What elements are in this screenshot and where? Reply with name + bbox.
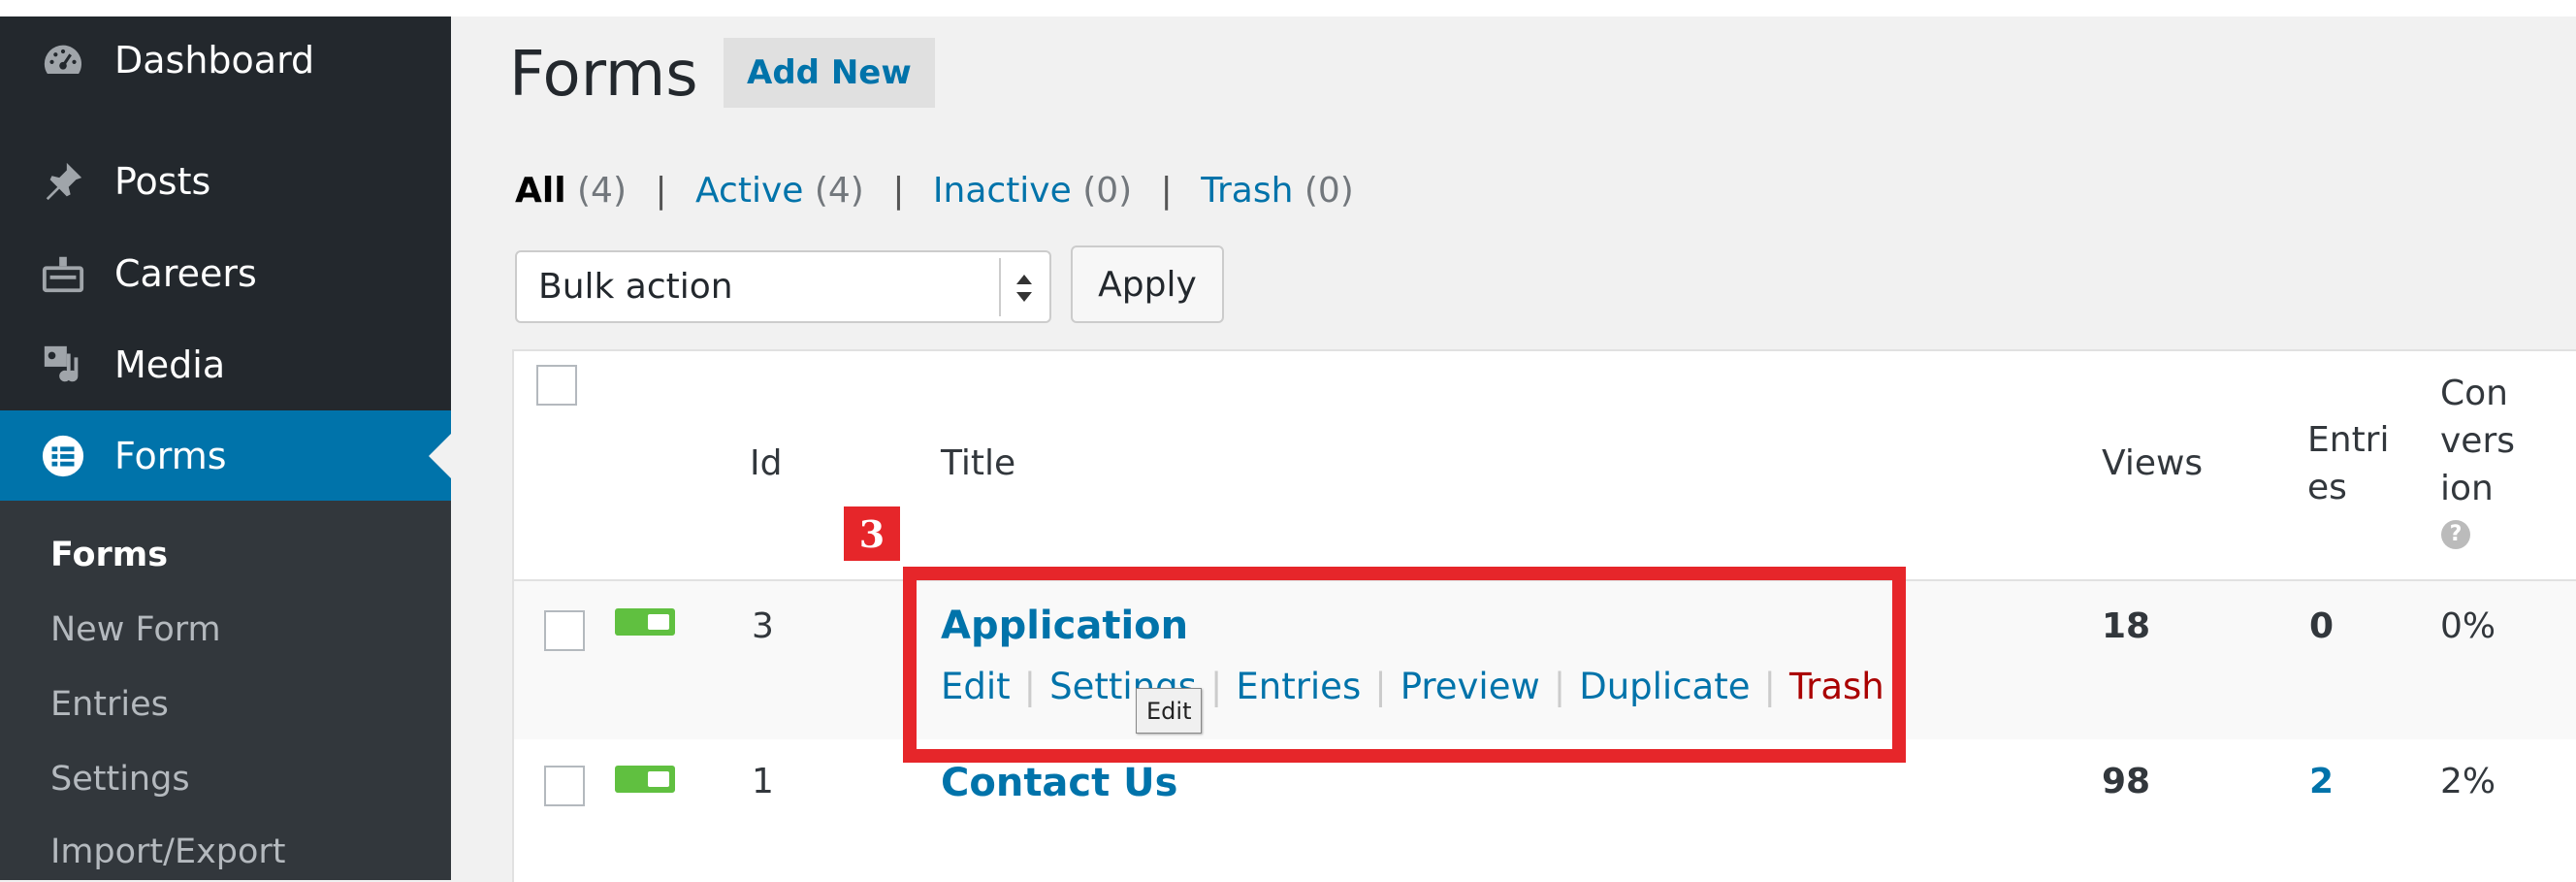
menu-label-dashboard: Dashboard [114, 39, 315, 82]
status-filter-links: All (4) | Active (4) | Inactive (0) | Tr… [515, 171, 1354, 211]
filter-inactive[interactable]: Inactive [933, 171, 1072, 211]
active-toggle[interactable] [615, 608, 675, 636]
row-conversion: 0% [2440, 606, 2496, 646]
filter-inactive-count: (0) [1082, 171, 1133, 211]
page-title: Forms [509, 39, 698, 111]
bulk-action-value: Bulk action [538, 267, 733, 307]
active-toggle[interactable] [615, 766, 675, 793]
help-icon[interactable]: ? [2441, 520, 2470, 549]
submenu-item-import-export[interactable]: Import/Export [50, 833, 286, 871]
submenu-item-entries[interactable]: Entries [50, 685, 169, 724]
column-header-conversion-line3: ion [2440, 469, 2494, 508]
menu-label-forms: Forms [114, 434, 227, 477]
column-header-conversion-line2: vers [2440, 421, 2516, 461]
submenu-item-forms[interactable]: Forms [50, 536, 168, 574]
step-number-badge: 3 [844, 506, 900, 561]
filter-trash[interactable]: Trash [1201, 171, 1293, 211]
row-title-link[interactable]: Contact Us [941, 761, 1177, 805]
column-header-views: Views [2102, 443, 2204, 483]
updown-arrows-icon [1016, 275, 1032, 302]
select-arrow-box [999, 258, 1049, 316]
pin-icon [46, 162, 82, 201]
column-header-id[interactable]: Id [750, 440, 782, 487]
row-views: 98 [2102, 762, 2151, 801]
dashboard-icon [44, 45, 82, 74]
column-header-conversion: Con vers ion [2440, 370, 2515, 512]
row-views: 18 [2102, 606, 2151, 646]
highlight-box [903, 567, 1906, 763]
row-conversion: 2% [2440, 762, 2496, 801]
filter-all[interactable]: All [515, 171, 566, 211]
forms-submenu: Forms New Form Entries Settings Import/E… [0, 501, 451, 880]
forms-icon [42, 435, 84, 476]
column-header-title[interactable]: Title [941, 440, 1015, 487]
row-id: 3 [752, 606, 774, 646]
column-header-entries: Entri es [2307, 416, 2389, 511]
filter-trash-count: (0) [1304, 171, 1354, 211]
menu-label-posts: Posts [114, 160, 211, 203]
row-entries-link[interactable]: 2 [2309, 762, 2334, 801]
filter-all-count: (4) [577, 171, 627, 211]
select-all-checkbox[interactable] [536, 365, 577, 406]
bulk-action-select[interactable]: Bulk action [515, 250, 1051, 323]
row-checkbox[interactable] [544, 766, 585, 806]
column-header-entries-line2: es [2307, 468, 2347, 507]
submenu-item-settings[interactable]: Settings [50, 760, 190, 799]
add-new-button[interactable]: Add New [724, 38, 935, 108]
active-menu-pointer [429, 433, 451, 478]
row-entries: 0 [2309, 606, 2334, 646]
row-id: 1 [752, 762, 774, 801]
menu-label-media: Media [114, 343, 226, 386]
edit-tooltip: Edit [1136, 688, 1203, 734]
menu-item-dashboard[interactable]: Dashboard [0, 16, 451, 104]
submenu-item-new-form[interactable]: New Form [50, 610, 221, 649]
main-top-edge [451, 0, 2576, 16]
filter-separator: | [1160, 171, 1173, 211]
filter-active[interactable]: Active [695, 171, 803, 211]
menu-item-media[interactable]: Media [0, 321, 451, 408]
apply-button[interactable]: Apply [1071, 245, 1224, 323]
column-header-conversion-line1: Con [2440, 374, 2508, 413]
filter-separator: | [892, 171, 905, 211]
admin-sidebar: Dashboard Posts Careers Media Forms Form… [0, 0, 451, 880]
filter-separator: | [655, 171, 667, 211]
sidebar-top-edge [0, 0, 451, 16]
menu-item-posts[interactable]: Posts [0, 138, 451, 225]
row-checkbox[interactable] [544, 610, 585, 651]
menu-label-careers: Careers [114, 252, 257, 295]
careers-icon [42, 256, 84, 293]
menu-item-forms[interactable]: Forms [0, 410, 451, 501]
menu-item-careers[interactable]: Careers [0, 230, 451, 317]
media-icon [44, 345, 79, 382]
column-header-entries-line1: Entri [2307, 420, 2390, 460]
filter-active-count: (4) [814, 171, 864, 211]
